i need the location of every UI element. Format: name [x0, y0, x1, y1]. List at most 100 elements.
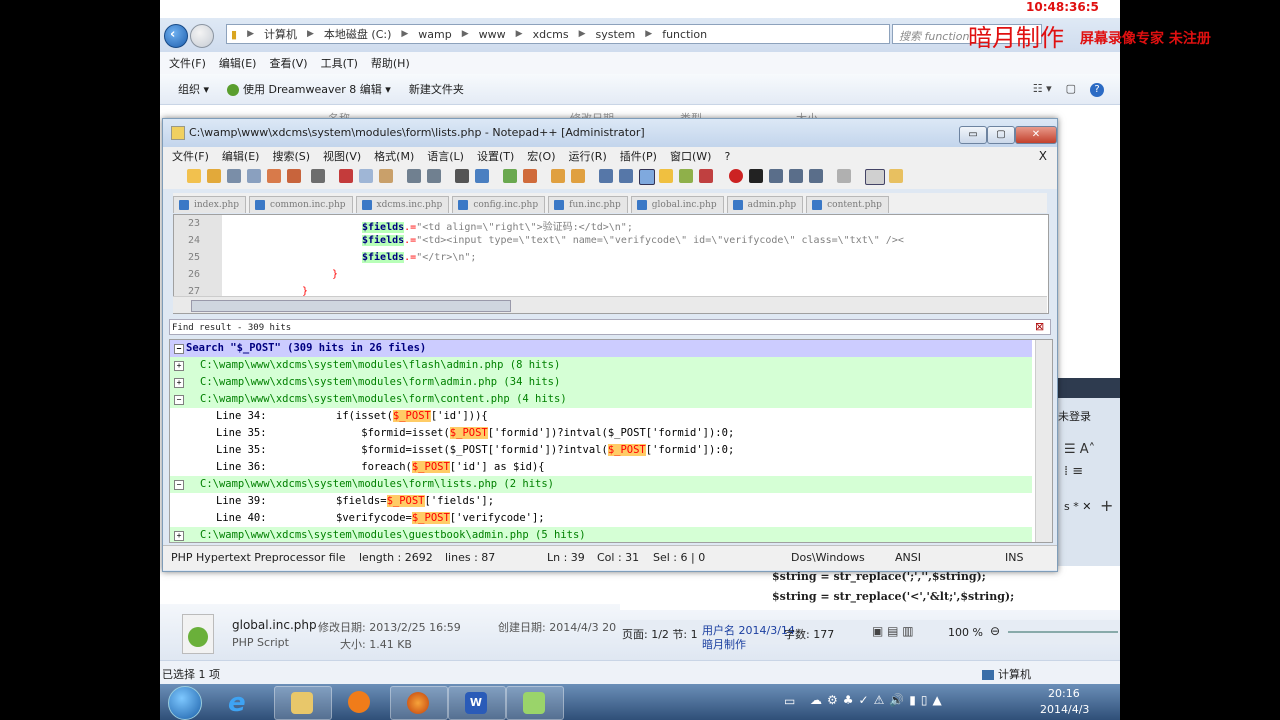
tab-admin-php[interactable]: admin.php [726, 196, 804, 213]
word-login-text[interactable]: 未登录 [1058, 408, 1091, 424]
tray-icons[interactable]: ☁⚙♣✓⚠🔊▮▯▲ [810, 693, 947, 707]
tab-xdcms-inc-php[interactable]: xdcms.inc.php [355, 196, 450, 213]
horizontal-scrollbar[interactable] [173, 296, 1047, 313]
npp-menu-run[interactable]: 运行(R) [569, 148, 607, 164]
npp-menu-file[interactable]: 文件(F) [172, 148, 209, 164]
view-mode-icons[interactable]: ▣ ▤ ▥ [872, 624, 914, 638]
taskbar-word[interactable]: W [448, 686, 506, 720]
fold-toggle-icon[interactable]: + [174, 361, 184, 371]
plugin-icon[interactable] [889, 169, 903, 183]
open-with-button[interactable]: 使用 Dreamweaver 8 编辑 ▾ [227, 81, 391, 97]
npp-menu-macro[interactable]: 宏(O) [527, 148, 555, 164]
maximize-button[interactable]: ▢ [987, 126, 1015, 144]
new-file-icon[interactable] [187, 169, 201, 183]
undo-icon[interactable] [407, 169, 421, 183]
find-icon[interactable] [455, 169, 469, 183]
result-line-row[interactable]: Line 34: if(isset($_POST['id'])){ [170, 408, 1032, 425]
tab-config-inc-php[interactable]: config.inc.php [452, 196, 546, 213]
npp-menu-window[interactable]: 窗口(W) [670, 148, 711, 164]
tray-time[interactable]: 20:16 [1048, 687, 1080, 700]
breadcrumb-item[interactable]: 计算机 [264, 26, 297, 42]
npp-menu-help[interactable]: ? [724, 150, 730, 163]
sync-h-icon[interactable] [571, 169, 585, 183]
save-icon[interactable] [227, 169, 241, 183]
copy-icon[interactable] [359, 169, 373, 183]
npp-menu-edit[interactable]: 编辑(E) [222, 148, 260, 164]
show-all-chars-icon[interactable] [619, 169, 633, 183]
forward-button[interactable] [190, 24, 214, 48]
menu-view[interactable]: 查看(V) [269, 55, 307, 71]
breadcrumb-item[interactable]: 本地磁盘 (C:) [324, 26, 391, 42]
tray-date[interactable]: 2014/4/3 [1040, 703, 1089, 716]
fold-toggle-icon[interactable]: + [174, 531, 184, 541]
abc-icon[interactable] [865, 169, 885, 185]
save-macro-icon[interactable] [809, 169, 823, 183]
save-all-icon[interactable] [247, 169, 261, 183]
function-list-icon[interactable] [679, 169, 693, 183]
taskbar-media-player[interactable] [332, 686, 388, 718]
tab-fun-inc-php[interactable]: fun.inc.php [548, 196, 628, 213]
menu-help[interactable]: 帮助(H) [371, 55, 410, 71]
npp-menu-language[interactable]: 语言(L) [427, 148, 464, 164]
zoom-out-icon[interactable]: ⊖ [990, 624, 1000, 638]
npp-menu-format[interactable]: 格式(M) [374, 148, 414, 164]
npp-menu-view[interactable]: 视图(V) [323, 148, 361, 164]
redo-icon[interactable] [427, 169, 441, 183]
npp-menu-plugins[interactable]: 插件(P) [620, 148, 657, 164]
fold-toggle-icon[interactable]: − [174, 480, 184, 490]
zoom-out-icon[interactable] [523, 169, 537, 183]
cut-icon[interactable] [339, 169, 353, 183]
help-icon[interactable]: ? [1090, 82, 1104, 97]
zoom-in-icon[interactable] [503, 169, 517, 183]
close-find-panel-icon[interactable]: ⊠ [1035, 320, 1044, 333]
word-paragraph-icons[interactable]: ⁞ ≡ [1064, 464, 1083, 479]
breadcrumb-item[interactable]: www [479, 28, 506, 41]
replace-icon[interactable] [475, 169, 489, 183]
result-file-row[interactable]: + C:\wamp\www\xdcms\system\modules\guestb… [170, 527, 1032, 542]
result-line-row[interactable]: Line 35: $formid=isset($_POST['formid'])… [170, 425, 1032, 442]
spell-check-icon[interactable] [837, 169, 851, 183]
fold-toggle-icon[interactable]: + [174, 378, 184, 388]
zoom-slider[interactable] [1008, 631, 1118, 633]
find-results-panel[interactable]: − Search "$_POST" (309 hits in 26 files) +… [169, 339, 1053, 543]
taskbar-firefox[interactable] [390, 686, 448, 720]
taskbar-explorer[interactable] [274, 686, 332, 720]
view-options-icon[interactable]: ☷ ▾ ▢ ? [1033, 82, 1104, 97]
back-button[interactable]: ‹ [164, 24, 188, 48]
results-vertical-scrollbar[interactable] [1035, 340, 1052, 542]
scrollbar-thumb[interactable] [191, 300, 511, 312]
close-file-icon[interactable] [267, 169, 281, 183]
word-format-icons[interactable]: ☰ A˄ [1064, 442, 1095, 457]
result-file-row[interactable]: + C:\wamp\www\xdcms\system\modules\flash\… [170, 357, 1032, 374]
result-line-row[interactable]: Line 35: $formid=isset($_POST['formid'])… [170, 442, 1032, 459]
menu-file[interactable]: 文件(F) [169, 55, 206, 71]
result-file-row[interactable]: + C:\wamp\www\xdcms\system\modules\form\a… [170, 374, 1032, 391]
indent-guide-icon[interactable] [639, 169, 655, 185]
sync-v-icon[interactable] [551, 169, 565, 183]
address-bar[interactable]: ▮ ▶ 计算机 ▶ 本地磁盘 (C:) ▶ wamp ▶ www ▶ xdcms ▶ sys… [226, 24, 890, 44]
paste-icon[interactable] [379, 169, 393, 183]
close-document-button[interactable]: X [1039, 149, 1047, 163]
menu-edit[interactable]: 编辑(E) [219, 55, 257, 71]
search-summary-row[interactable]: − Search "$_POST" (309 hits in 26 files) [170, 340, 1032, 357]
doc-map-icon[interactable] [659, 169, 673, 183]
npp-menu-search[interactable]: 搜索(S) [272, 148, 310, 164]
tab-index-php[interactable]: index.php [173, 196, 247, 213]
result-line-row[interactable]: Line 40: $verifycode=$_POST['verifycode']… [170, 510, 1032, 527]
close-all-icon[interactable] [287, 169, 301, 183]
run-macro-multiple-icon[interactable] [789, 169, 803, 183]
breadcrumb-item[interactable]: wamp [418, 28, 451, 41]
tab-common-inc-php[interactable]: common.inc.php [249, 196, 353, 213]
open-file-icon[interactable] [207, 169, 221, 183]
start-button[interactable] [168, 686, 202, 720]
breadcrumb-item[interactable]: system [596, 28, 636, 41]
tab-content-php[interactable]: content.php [806, 196, 889, 213]
new-tab-icon[interactable]: + [1100, 496, 1113, 515]
new-folder-button[interactable]: 新建文件夹 [409, 81, 464, 97]
minimize-button[interactable]: ▭ [959, 126, 987, 144]
play-macro-icon[interactable] [769, 169, 783, 183]
breadcrumb-item[interactable]: function [662, 28, 707, 41]
fold-toggle-icon[interactable]: − [174, 344, 184, 354]
result-line-row[interactable]: Line 39: $fields=$_POST['fields']; [170, 493, 1032, 510]
ie-icon[interactable]: e [228, 688, 256, 718]
